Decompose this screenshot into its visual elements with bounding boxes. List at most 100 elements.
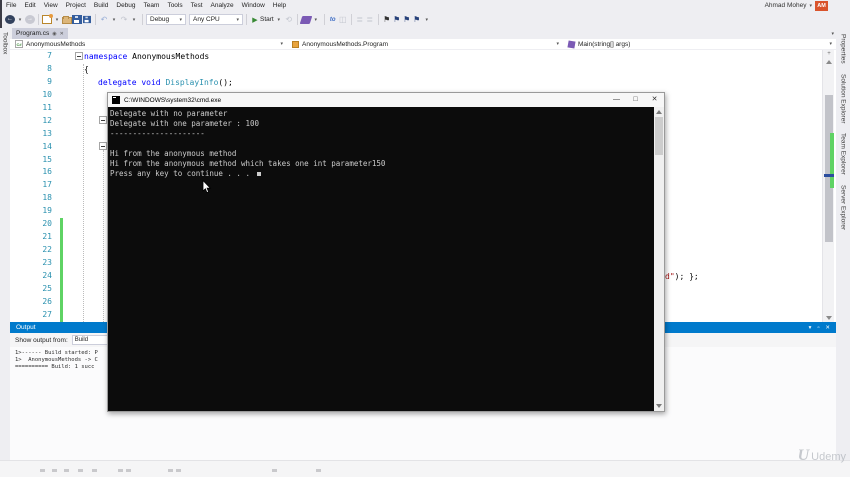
type-dropdown[interactable]: AnonymousMethods.Program ▾ (287, 39, 563, 49)
scrollbar-thumb[interactable] (655, 117, 663, 155)
method-icon (567, 39, 576, 49)
cmd-window[interactable]: C:\WINDOWS\system32\cmd.exe — □ ✕ Delega… (107, 92, 665, 412)
navigate-back-caret-icon[interactable]: ▾ (15, 14, 25, 26)
solution-configuration-value: Debug (150, 16, 170, 23)
project-dropdown-value: AnonymousMethods (26, 40, 86, 48)
panel-tab[interactable]: Solution Explorer (840, 74, 847, 124)
show-output-from-label: Show output from: (15, 336, 68, 344)
menu-item[interactable]: Team (144, 2, 160, 9)
fold-collapse-icon[interactable] (99, 116, 107, 124)
split-editor-icon[interactable]: + (823, 50, 835, 59)
tab-program-cs[interactable]: Program.cs ◉ ✕ (12, 28, 68, 39)
scroll-down-icon[interactable] (826, 316, 832, 320)
open-file-icon[interactable] (62, 16, 72, 24)
taskbar-mark (64, 469, 69, 472)
taskbar-mark (52, 469, 57, 472)
panel-tab-toolbox[interactable]: Toolbox (2, 32, 9, 54)
clear-bookmarks-icon[interactable]: ⚑ (412, 14, 422, 26)
new-project-icon[interactable] (42, 14, 53, 24)
string-token: d" (665, 272, 675, 282)
intellitrace-icon[interactable] (299, 15, 313, 24)
project-dropdown[interactable]: C# AnonymousMethods ▾ (10, 39, 287, 49)
menu-item[interactable]: Edit (24, 2, 35, 9)
next-bookmark-icon[interactable]: ⚑ (402, 14, 412, 26)
menu-item[interactable]: Tools (167, 2, 182, 9)
close-icon[interactable]: ✕ (645, 93, 664, 107)
close-icon[interactable]: ✕ (825, 325, 830, 331)
code-line-9: delegate void DisplayInfo(); (98, 76, 233, 89)
save-icon[interactable] (72, 15, 82, 24)
scroll-up-icon[interactable] (826, 60, 832, 64)
menu-item[interactable]: File (6, 2, 16, 9)
menu-item[interactable]: Debug (116, 2, 135, 9)
navigate-forward-icon[interactable]: → (25, 15, 35, 24)
solution-configurations-dropdown[interactable]: Debug ▾ (146, 14, 186, 25)
navigate-to-icon[interactable]: to (328, 14, 338, 26)
punctuation-token: ); }; (674, 272, 699, 282)
fold-collapse-icon[interactable] (99, 142, 107, 150)
line-number-gutter: 7 8 9 10 11 12 13 14 15 16 17 18 19 20 21 22 23 24 25 26 27 (30, 50, 52, 322)
restart-icon[interactable]: ⟲ (284, 14, 294, 26)
close-icon[interactable]: ✕ (60, 31, 64, 37)
maximize-icon[interactable]: □ (626, 93, 645, 107)
taskbar-mark (40, 469, 45, 472)
start-debug-button[interactable]: ▶ (250, 14, 260, 26)
toolbar-separator (246, 14, 247, 25)
taskbar-mark (92, 469, 97, 472)
type-token: DisplayInfo (160, 78, 219, 87)
navigate-back-icon[interactable]: ← (5, 15, 15, 24)
start-debug-caret-icon[interactable]: ▾ (274, 14, 284, 26)
cmd-output-area[interactable]: Delegate with no parameter Delegate with … (108, 107, 654, 411)
taskbar-mark (168, 469, 173, 472)
menu-item[interactable]: Build (94, 2, 108, 9)
mouse-cursor (202, 180, 212, 194)
chevron-down-icon[interactable]: ▾ (809, 3, 812, 9)
udemy-logo: U (797, 447, 810, 464)
bookmarks-caret-icon[interactable]: ▾ (422, 14, 432, 26)
line-number: 24 (42, 270, 52, 280)
line-number: 23 (42, 258, 52, 267)
panel-tab[interactable]: Properties (840, 34, 847, 64)
save-all-icon[interactable] (83, 15, 91, 24)
start-debug-label[interactable]: Start (260, 14, 274, 26)
editor-scrollbar[interactable]: + (822, 50, 834, 322)
chevron-down-icon: ▾ (179, 16, 182, 23)
menu-item[interactable]: View (44, 2, 58, 9)
undo-icon[interactable]: ↶ (99, 14, 109, 26)
cmd-window-buttons: — □ ✕ (607, 93, 664, 107)
previous-bookmark-icon[interactable]: ⚑ (392, 14, 402, 26)
scroll-down-icon[interactable] (656, 404, 662, 408)
toolbar-separator (38, 14, 39, 25)
comment-icon[interactable]: ≣ (355, 14, 365, 26)
menu-item[interactable]: Help (273, 2, 286, 9)
undo-caret-icon[interactable]: ▾ (109, 14, 119, 26)
new-project-caret-icon[interactable]: ▾ (52, 14, 62, 26)
chevron-down-icon[interactable]: ▾ (809, 325, 812, 331)
pin-icon[interactable]: ▫ (817, 325, 819, 331)
menu-item[interactable]: Project (66, 2, 86, 9)
account-name[interactable]: Ahmad Mohey (765, 2, 807, 9)
console-cursor (256, 172, 261, 176)
find-in-files-icon[interactable]: ◫ (338, 14, 348, 26)
scroll-up-icon[interactable] (656, 110, 662, 114)
menu-item[interactable]: Analyze (211, 2, 234, 9)
panel-tab[interactable]: Team Explorer (840, 133, 847, 175)
minimize-icon[interactable]: — (607, 93, 626, 107)
menu-item[interactable]: Test (191, 2, 203, 9)
panel-tab[interactable]: Server Explorer (840, 185, 847, 230)
tab-list-caret-icon[interactable]: ▾ (831, 31, 834, 37)
uncomment-icon[interactable]: ≣ (365, 14, 375, 26)
fold-collapse-icon[interactable] (75, 52, 83, 60)
bookmark-icon[interactable]: ⚑ (382, 14, 392, 26)
solution-platforms-dropdown[interactable]: Any CPU ▾ (189, 14, 243, 25)
redo-caret-icon[interactable]: ▾ (129, 14, 139, 26)
member-dropdown-value: Main(string[] args) (578, 40, 631, 48)
cmd-title-bar[interactable]: C:\WINDOWS\system32\cmd.exe — □ ✕ (108, 93, 664, 107)
menu-item[interactable]: Window (242, 2, 265, 9)
pin-icon[interactable]: ◉ (52, 31, 56, 37)
member-dropdown[interactable]: Main(string[] args) ▾ (563, 39, 836, 49)
code-line-7: namespace AnonymousMethods (84, 50, 209, 63)
cmd-scrollbar[interactable] (654, 107, 664, 411)
account-avatar[interactable]: AM (815, 0, 828, 11)
redo-icon[interactable]: ↷ (119, 14, 129, 26)
